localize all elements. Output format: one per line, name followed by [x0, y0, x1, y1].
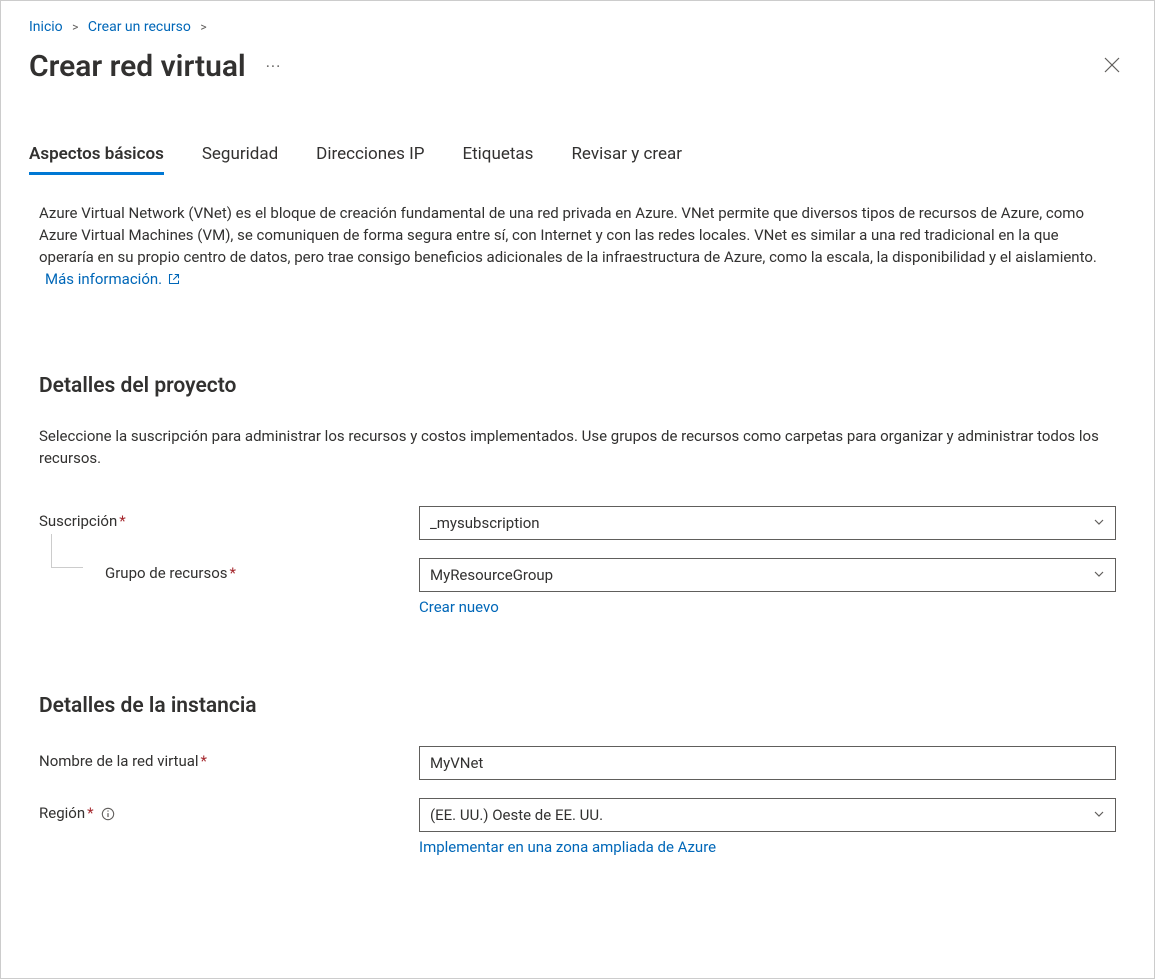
resource-group-value: MyResourceGroup: [430, 566, 553, 584]
close-button[interactable]: [1098, 51, 1126, 83]
chevron-down-icon: [1093, 566, 1105, 584]
tab-security[interactable]: Seguridad: [202, 144, 278, 175]
tab-review-create[interactable]: Revisar y crear: [571, 144, 682, 175]
learn-more-link[interactable]: Más información.: [45, 270, 180, 288]
external-link-icon: [168, 273, 180, 285]
project-details-heading: Detalles del proyecto: [39, 374, 1116, 398]
info-icon[interactable]: [101, 807, 115, 821]
tab-tags[interactable]: Etiquetas: [462, 144, 533, 175]
breadcrumb-create-resource[interactable]: Crear un recurso: [88, 19, 191, 35]
tab-list: Aspectos básicos Seguridad Direcciones I…: [29, 144, 1126, 175]
project-details-description: Seleccione la suscripción para administr…: [39, 426, 1116, 470]
required-indicator: *: [230, 564, 236, 582]
subscription-label: Suscripción*: [39, 506, 419, 530]
create-new-resource-group-link[interactable]: Crear nuevo: [419, 598, 499, 616]
subscription-select[interactable]: _mysubscription: [419, 506, 1116, 540]
required-indicator: *: [87, 804, 93, 822]
extended-zone-link[interactable]: Implementar en una zona ampliada de Azur…: [419, 838, 716, 856]
close-icon: [1104, 57, 1120, 73]
resource-group-select[interactable]: MyResourceGroup: [419, 558, 1116, 592]
chevron-down-icon: [1093, 806, 1105, 824]
chevron-right-icon: >: [72, 20, 78, 34]
vnet-name-label: Nombre de la red virtual*: [39, 746, 419, 770]
resource-group-label: Grupo de recursos*: [39, 558, 419, 582]
chevron-down-icon: [1093, 514, 1105, 532]
more-actions-button[interactable]: ···: [262, 53, 286, 80]
required-indicator: *: [201, 752, 207, 770]
vnet-name-value: MyVNet: [430, 754, 483, 772]
learn-more-label: Más información.: [45, 270, 162, 288]
tab-basics[interactable]: Aspectos básicos: [29, 144, 164, 175]
page-title: Crear red virtual: [29, 49, 246, 84]
indent-connector: [51, 534, 83, 568]
chevron-right-icon: >: [200, 20, 206, 34]
region-select[interactable]: (EE. UU.) Oeste de EE. UU.: [419, 798, 1116, 832]
region-label: Región*: [39, 798, 419, 822]
intro-description: Azure Virtual Network (VNet) es el bloqu…: [39, 203, 1116, 268]
required-indicator: *: [119, 512, 125, 530]
subscription-value: _mysubscription: [430, 514, 540, 532]
breadcrumb: Inicio > Crear un recurso >: [29, 19, 1126, 35]
tab-ip-addresses[interactable]: Direcciones IP: [316, 144, 424, 175]
breadcrumb-home[interactable]: Inicio: [29, 19, 63, 35]
vnet-name-input[interactable]: MyVNet: [419, 746, 1116, 780]
instance-details-heading: Detalles de la instancia: [39, 694, 1116, 718]
region-value: (EE. UU.) Oeste de EE. UU.: [430, 806, 603, 824]
